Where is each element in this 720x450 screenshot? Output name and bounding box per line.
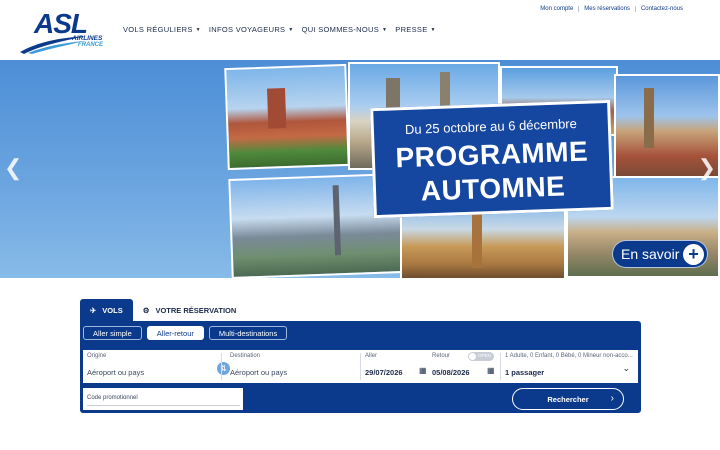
promo-code-field[interactable]: Code promotionnel [83,388,243,410]
promo-dates: Du 25 octobre au 6 décembre [404,116,578,138]
caret-down-icon: ▼ [382,27,388,33]
promo-subtitle: AUTOMNE [420,170,566,207]
header: ASL AIRLINES FRANCE VOLS RÉGULIERS ▼ INFO… [0,0,720,60]
passengers-summary: 1 Adulte, 0 Enfant, 0 Bébé, 0 Mineur non… [505,353,633,359]
link-mon-compte[interactable]: Mon compte [535,6,578,12]
trip-type-selector: Aller simple Aller-retour Multi-destinat… [83,326,288,340]
nav-presse[interactable]: PRESSE ▼ [395,25,435,34]
nav-label: INFOS VOYAGEURS [208,25,286,34]
destination-label: Destination [230,353,261,359]
promo-card: Du 25 octobre au 6 décembre PROGRAMME AU… [370,99,614,219]
tab-vols[interactable]: ✈ VOLS [80,299,133,321]
caret-down-icon: ▼ [430,27,436,33]
depart-label: Aller [365,353,378,359]
plane-icon: ✈ [90,305,97,315]
logo-country: FRANCE [78,42,103,48]
hero-photo-perpignan [224,63,350,171]
nav-label: VOLS RÉGULIERS [123,25,193,34]
search-label: Rechercher [547,395,589,404]
nav-label: PRESSE [395,25,428,34]
toggle-label: OPEN [478,353,491,358]
top-links: Mon compte Mes réservations Contactez-no… [535,6,688,12]
en-savoir-button[interactable]: En savoir + [612,240,708,268]
link-mes-reservations[interactable]: Mes réservations [578,6,635,12]
caret-down-icon: ▼ [288,27,294,33]
origin-field[interactable]: Origine Aéroport ou pays [83,350,221,383]
chevron-down-icon[interactable]: ⌄ [622,363,630,374]
main-nav: VOLS RÉGULIERS ▼ INFOS VOYAGEURS ▼ QUI SOM… [123,25,436,34]
gear-icon: ⚙ [142,305,150,315]
nav-infos-voyageurs[interactable]: INFOS VOYAGEURS ▼ [209,25,294,34]
hero-photo-cathedral [400,206,566,278]
cta-label: En savoir [621,246,680,262]
tab-label: VOTRE RÉSERVATION [155,305,237,315]
nav-vols-reguliers[interactable]: VOLS RÉGULIERS ▼ [123,25,201,34]
booking-panel: Aller simple Aller-retour Multi-destinat… [80,321,641,413]
chevron-right-icon: › [610,393,614,404]
divider [221,353,222,380]
open-return-toggle[interactable]: OPEN [468,352,494,361]
return-label: Retour [432,353,451,359]
calendar-icon[interactable]: ▦ [419,366,427,375]
promo-code-input[interactable]: Code promotionnel [87,395,138,401]
toggle-knob [469,353,476,360]
link-contactez-nous[interactable]: Contactez-nous [634,6,688,12]
calendar-icon[interactable]: ▦ [487,366,495,375]
destination-field[interactable]: Destination Aéroport ou pays [226,350,360,383]
plus-icon: + [683,244,704,265]
logo-subtext: AIRLINES [72,35,103,42]
hero-banner[interactable]: Du 25 octobre au 6 décembre PROGRAMME AU… [0,60,720,278]
trip-aller-simple[interactable]: Aller simple [83,326,142,340]
booking-tabs: ✈ VOLS ⚙ VOTRE RÉSERVATION [80,299,246,321]
passengers-field[interactable]: 1 Adulte, 0 Enfant, 0 Bébé, 0 Mineur non… [501,350,638,383]
promo-title: PROGRAMME [394,135,589,174]
search-button[interactable]: Rechercher › [512,388,624,410]
asl-logo[interactable]: ASL AIRLINES FRANCE [18,8,108,54]
nav-qui-sommes-nous[interactable]: QUI SOMMES-NOUS ▼ [302,25,388,34]
passengers-value[interactable]: 1 passager [505,368,544,377]
caret-down-icon: ▼ [195,27,201,33]
chevron-right-icon[interactable]: ❯ [698,155,716,181]
chevron-left-icon[interactable]: ❮ [4,155,22,181]
return-date-value[interactable]: 05/08/2026 [432,368,470,377]
destination-input[interactable]: Aéroport ou pays [230,368,287,377]
search-fields: Origine Aéroport ou pays ⇅ Destination A… [83,350,638,383]
depart-date-value[interactable]: 29/07/2026 [365,368,403,377]
tab-label: VOLS [102,305,123,315]
nav-label: QUI SOMMES-NOUS [301,25,380,34]
trip-aller-retour[interactable]: Aller-retour [146,326,204,340]
tab-votre-reservation[interactable]: ⚙ VOTRE RÉSERVATION [133,299,247,321]
origin-input[interactable]: Aéroport ou pays [87,368,144,377]
trip-multi-destinations[interactable]: Multi-destinations [208,326,288,340]
origin-label: Origine [87,353,107,359]
input-underline [87,405,240,406]
